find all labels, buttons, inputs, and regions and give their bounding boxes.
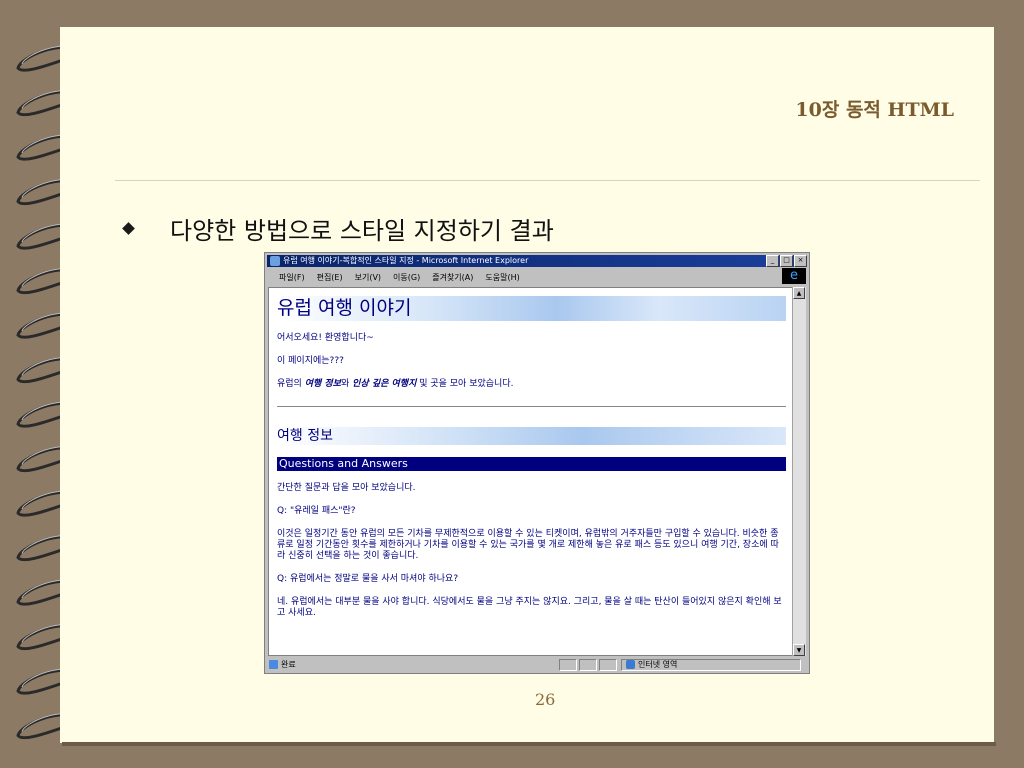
bullet-text: 다양한 방법으로 스타일 지정하기 결과	[170, 217, 554, 245]
status-text: 완료	[281, 660, 296, 669]
menu-file[interactable]: 파일(F)	[279, 272, 305, 283]
menu-bar: 파일(F) 편집(E) 보기(V) 이동(G) 즐겨찾기(A) 도움말(H)	[267, 269, 807, 285]
vertical-scrollbar[interactable]: ▲ ▼	[792, 287, 806, 656]
page-heading-2: 여행 정보	[277, 427, 786, 445]
menu-go[interactable]: 이동(G)	[393, 272, 420, 283]
maximize-button[interactable]: □	[780, 255, 793, 267]
ie-window: 유럽 여행 이야기-복합적인 스타일 지정 - Microsoft Intern…	[264, 252, 810, 674]
status-cell	[599, 658, 617, 671]
summary-suffix: 및 곳을 모아 보았습니다.	[416, 379, 514, 389]
menu-view[interactable]: 보기(V)	[355, 272, 381, 283]
menu-edit[interactable]: 편집(E)	[317, 272, 343, 283]
summary-text: 유럽의 여행 정보와 인상 깊은 여행지 및 곳을 모아 보았습니다.	[277, 379, 786, 390]
question-2: Q: 유럽에서는 정말로 물을 사서 마셔야 하나요?	[277, 574, 459, 584]
slide-header-title: 10장 동적 HTML	[795, 99, 954, 121]
answer-1: 이것은 일정기간 동안 유럽의 모든 기차를 무제한적으로 이용할 수 있는 티…	[277, 529, 779, 561]
qa-heading: Questions and Answers	[277, 457, 786, 471]
zone-text: 인터넷 영역	[638, 660, 678, 669]
ie-logo-icon: e	[782, 268, 806, 284]
webpage-content: 유럽 여행 이야기 어서오세요! 환영합니다~ 이 페이지에는??? 유럽의 여…	[277, 296, 786, 619]
ie-title-bar[interactable]: 유럽 여행 이야기-복합적인 스타일 지정 - Microsoft Intern…	[267, 255, 807, 267]
status-cell	[579, 658, 597, 671]
scroll-up-arrow-icon[interactable]: ▲	[793, 287, 805, 299]
security-zone: 인터넷 영역	[621, 658, 801, 671]
page-done-icon	[269, 660, 278, 669]
internet-zone-icon	[626, 660, 635, 669]
browser-viewport: 유럽 여행 이야기 어서오세요! 환영합니다~ 이 페이지에는??? 유럽의 여…	[268, 287, 793, 656]
slide-page-shadow	[62, 742, 996, 746]
menu-favorites[interactable]: 즐겨찾기(A)	[432, 272, 473, 283]
ie-window-title: 유럽 여행 이야기-복합적인 스타일 지정 - Microsoft Intern…	[283, 256, 529, 265]
close-button[interactable]: ×	[794, 255, 807, 267]
menu-help[interactable]: 도움말(H)	[485, 272, 519, 283]
intro-text: 이 페이지에는???	[277, 356, 344, 366]
welcome-text: 어서오세요! 환영합니다~	[277, 333, 374, 343]
status-cell	[559, 658, 577, 671]
ie-page-icon	[270, 256, 280, 266]
status-cells	[559, 658, 617, 671]
status-bar: 완료 인터넷 영역	[267, 658, 807, 671]
window-controls: _ □ ×	[766, 255, 807, 267]
qa-intro: 간단한 질문과 답을 모아 보았습니다.	[277, 483, 416, 493]
scroll-down-arrow-icon[interactable]: ▼	[793, 644, 805, 656]
page-heading-1: 유럽 여행 이야기	[277, 296, 786, 321]
minimize-button[interactable]: _	[766, 255, 779, 267]
summary-mid: 와	[340, 379, 353, 389]
status-left: 완료	[267, 659, 559, 670]
answer-2: 네. 유럽에서는 대부분 물을 사야 합니다. 식당에서도 물을 그냥 주지는 …	[277, 597, 782, 618]
header-divider	[115, 180, 980, 181]
emphasis-travel-info: 여행 정보	[304, 379, 341, 389]
page-number: 26	[535, 690, 556, 709]
question-1: Q: "유레일 패스"란?	[277, 506, 356, 516]
summary-prefix: 유럽의	[277, 379, 305, 389]
emphasis-destinations: 인상 깊은 여행지	[352, 379, 417, 389]
horizontal-rule	[277, 406, 786, 407]
